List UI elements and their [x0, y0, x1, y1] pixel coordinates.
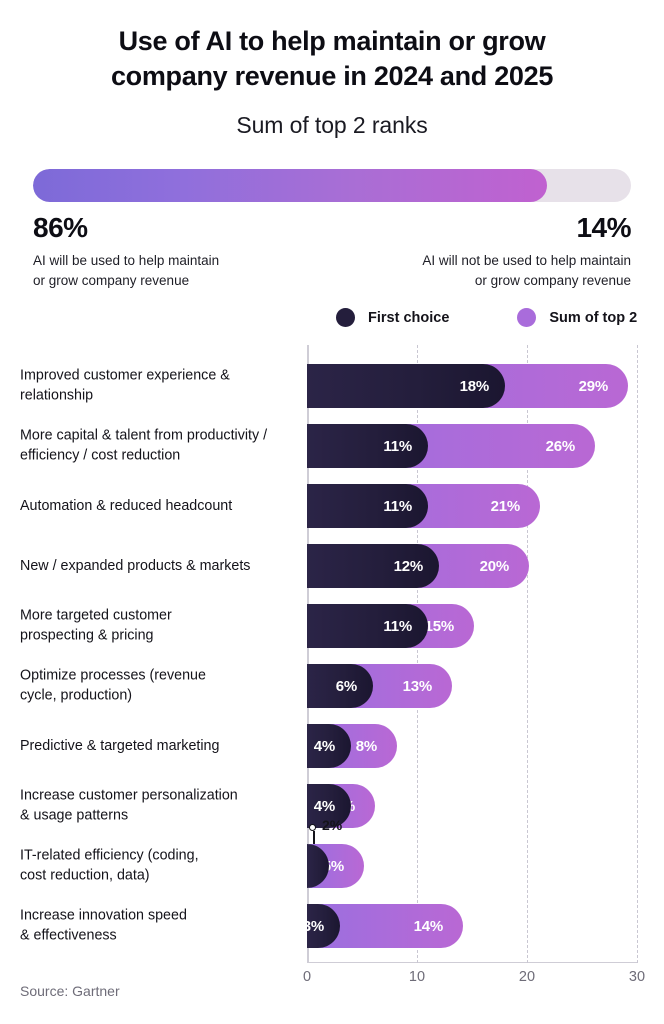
bar-value-first-choice: 11%: [383, 437, 412, 455]
category-label: New / expanded products & markets: [20, 557, 251, 574]
bar-value-sum-of-top-2: 26%: [545, 437, 576, 455]
summary-labels: 86% AI will be used to help maintain or …: [33, 214, 631, 290]
summary-left-percent: 86%: [33, 212, 88, 244]
summary-section: 86% AI will be used to help maintain or …: [0, 169, 664, 290]
legend-label: Sum of top 2: [549, 309, 638, 326]
legend-dot-icon: [517, 308, 537, 327]
x-tick-label-10: 10: [408, 969, 426, 985]
page-title: Use of AI to help maintain or grow compa…: [110, 26, 554, 92]
chart-area: Improved customer experience & relations…: [0, 345, 664, 985]
category-label: More targeted customer prospecting & pri…: [20, 607, 172, 644]
bar-value-first-choice: 4%: [313, 737, 335, 755]
category-label: Predictive & targeted marketing: [20, 737, 220, 754]
bar-value-sum-of-top-2: 15%: [424, 617, 455, 635]
category-label: Automation & reduced headcount: [20, 497, 233, 514]
category-label: IT-related efficiency (coding, cost redu…: [20, 847, 199, 884]
callout-ring-icon: [309, 824, 316, 831]
summary-right-percent: 14%: [576, 212, 631, 244]
legend-dot-icon: [336, 308, 355, 327]
x-axis-line: [307, 961, 638, 963]
bar-value-sum-of-top-2: 21%: [490, 497, 521, 515]
bar-first-choice[interactable]: 12%: [307, 544, 439, 588]
bar-value-first-choice: 12%: [393, 557, 424, 575]
bar-value-sum-of-top-2: 13%: [402, 677, 433, 695]
bar-value-sum-of-top-2: 20%: [479, 557, 510, 575]
bar-first-choice[interactable]: 11%: [307, 484, 428, 528]
bar-value-first-choice: 11%: [383, 497, 412, 515]
bar-value-sum-of-top-2: 29%: [578, 377, 609, 395]
category-label: Increase customer personalization & usag…: [20, 787, 238, 824]
legend-item-1[interactable]: First choice: [336, 308, 449, 327]
plot-area: 29%18%26%11%21%11%20%12%15%11%13%6%8%4%6…: [303, 345, 645, 985]
bar-value-sum-of-top-2: 14%: [413, 917, 444, 935]
x-tick-label-30: 30: [628, 969, 646, 985]
bar-value-first-choice: 2%: [322, 817, 343, 833]
legend-label: First choice: [368, 309, 450, 326]
bar-value-sum-of-top-2: 8%: [355, 737, 377, 755]
x-tick-label-20: 20: [518, 969, 536, 985]
bar-first-choice[interactable]: 6%: [307, 664, 373, 708]
category-label: Improved customer experience & relations…: [20, 367, 230, 404]
summary-progress-fill: [33, 169, 548, 203]
bar-first-choice[interactable]: 18%: [307, 364, 505, 408]
summary-left-description: AI will be used to help maintain or grow…: [33, 253, 220, 288]
chart-legend: First choice Sum of top 2: [0, 308, 664, 327]
category-label: Increase innovation speed & effectivenes…: [20, 907, 187, 944]
bar-value-first-choice: 3%: [302, 917, 324, 935]
legend-item-2[interactable]: Sum of top 2: [517, 308, 637, 327]
bar-value-first-choice: 11%: [383, 617, 412, 635]
x-tick-label-0: 0: [302, 969, 312, 985]
gridline-30: [637, 345, 638, 963]
category-label: Optimize processes (revenue cycle, produ…: [20, 667, 206, 704]
bar-first-choice[interactable]: 4%: [307, 724, 351, 768]
summary-left: 86% AI will be used to help maintain or …: [33, 214, 219, 290]
chart-header: Use of AI to help maintain or grow compa…: [0, 0, 664, 139]
bar-first-choice[interactable]: 11%: [307, 424, 428, 468]
bar-first-choice[interactable]: 11%: [307, 604, 428, 648]
summary-right: 14% AI will not be used to help maintain…: [422, 214, 631, 290]
category-label: More capital & talent from productivity …: [20, 427, 268, 464]
bar-value-first-choice: 6%: [335, 677, 357, 695]
summary-progress-track: [33, 169, 631, 203]
page-subtitle: Sum of top 2 ranks: [236, 112, 428, 139]
bar-value-first-choice: 4%: [313, 797, 335, 815]
bar-value-first-choice: 18%: [459, 377, 490, 395]
source-note: Source: Gartner: [20, 983, 120, 999]
summary-right-description: AI will not be used to help maintain or …: [422, 253, 631, 288]
